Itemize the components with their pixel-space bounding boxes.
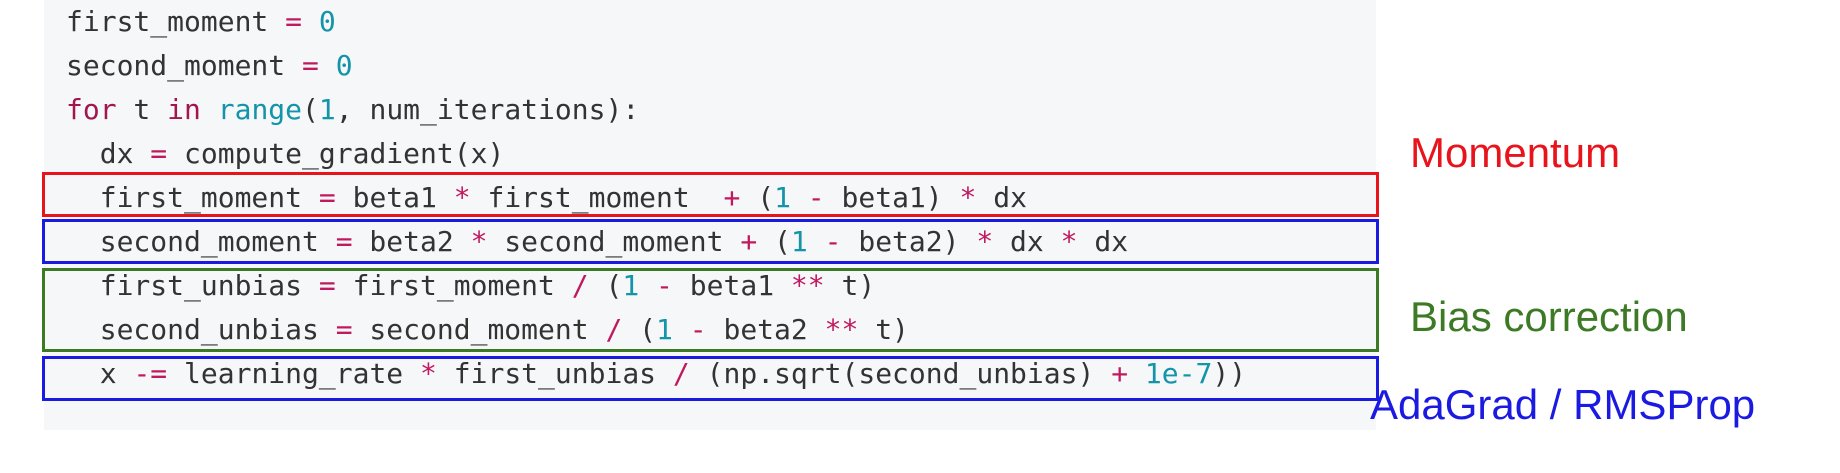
code-line: for t in range(1, num_iterations): bbox=[66, 88, 639, 132]
operator-token: = bbox=[302, 49, 319, 82]
momentum-label: Momentum bbox=[1410, 129, 1621, 176]
bias-correction-highlight-box bbox=[42, 268, 1379, 352]
adagrad-rmsprop-highlight-box bbox=[42, 356, 1379, 401]
bias-correction-label: Bias correction bbox=[1410, 293, 1688, 340]
code-token: t bbox=[116, 93, 168, 126]
code-token: second_moment bbox=[66, 49, 303, 82]
adagrad-rmsprop-label: AdaGrad / RMSProp bbox=[1370, 381, 1756, 428]
number-token: 1 bbox=[318, 93, 336, 126]
number-token: 0 bbox=[318, 5, 336, 38]
keyword-token: for bbox=[66, 93, 117, 126]
code-token: ( bbox=[302, 93, 319, 126]
code-line: dx = compute_gradient(x) bbox=[66, 132, 505, 176]
builtin-token: range bbox=[217, 93, 303, 126]
code-token: first_moment bbox=[66, 5, 286, 38]
number-token: 0 bbox=[335, 49, 353, 82]
code-token: , num_iterations): bbox=[335, 93, 640, 126]
second-moment-highlight-box bbox=[42, 219, 1379, 264]
keyword-token: in bbox=[167, 93, 201, 126]
operator-token: = bbox=[285, 5, 303, 38]
code-token: dx bbox=[66, 137, 151, 170]
code-line: first_moment = 0 bbox=[66, 0, 336, 44]
code-line: second_moment = 0 bbox=[66, 44, 353, 88]
code-token: compute_gradient(x) bbox=[167, 137, 505, 170]
momentum-highlight-box bbox=[42, 172, 1379, 217]
operator-token: = bbox=[150, 137, 168, 170]
